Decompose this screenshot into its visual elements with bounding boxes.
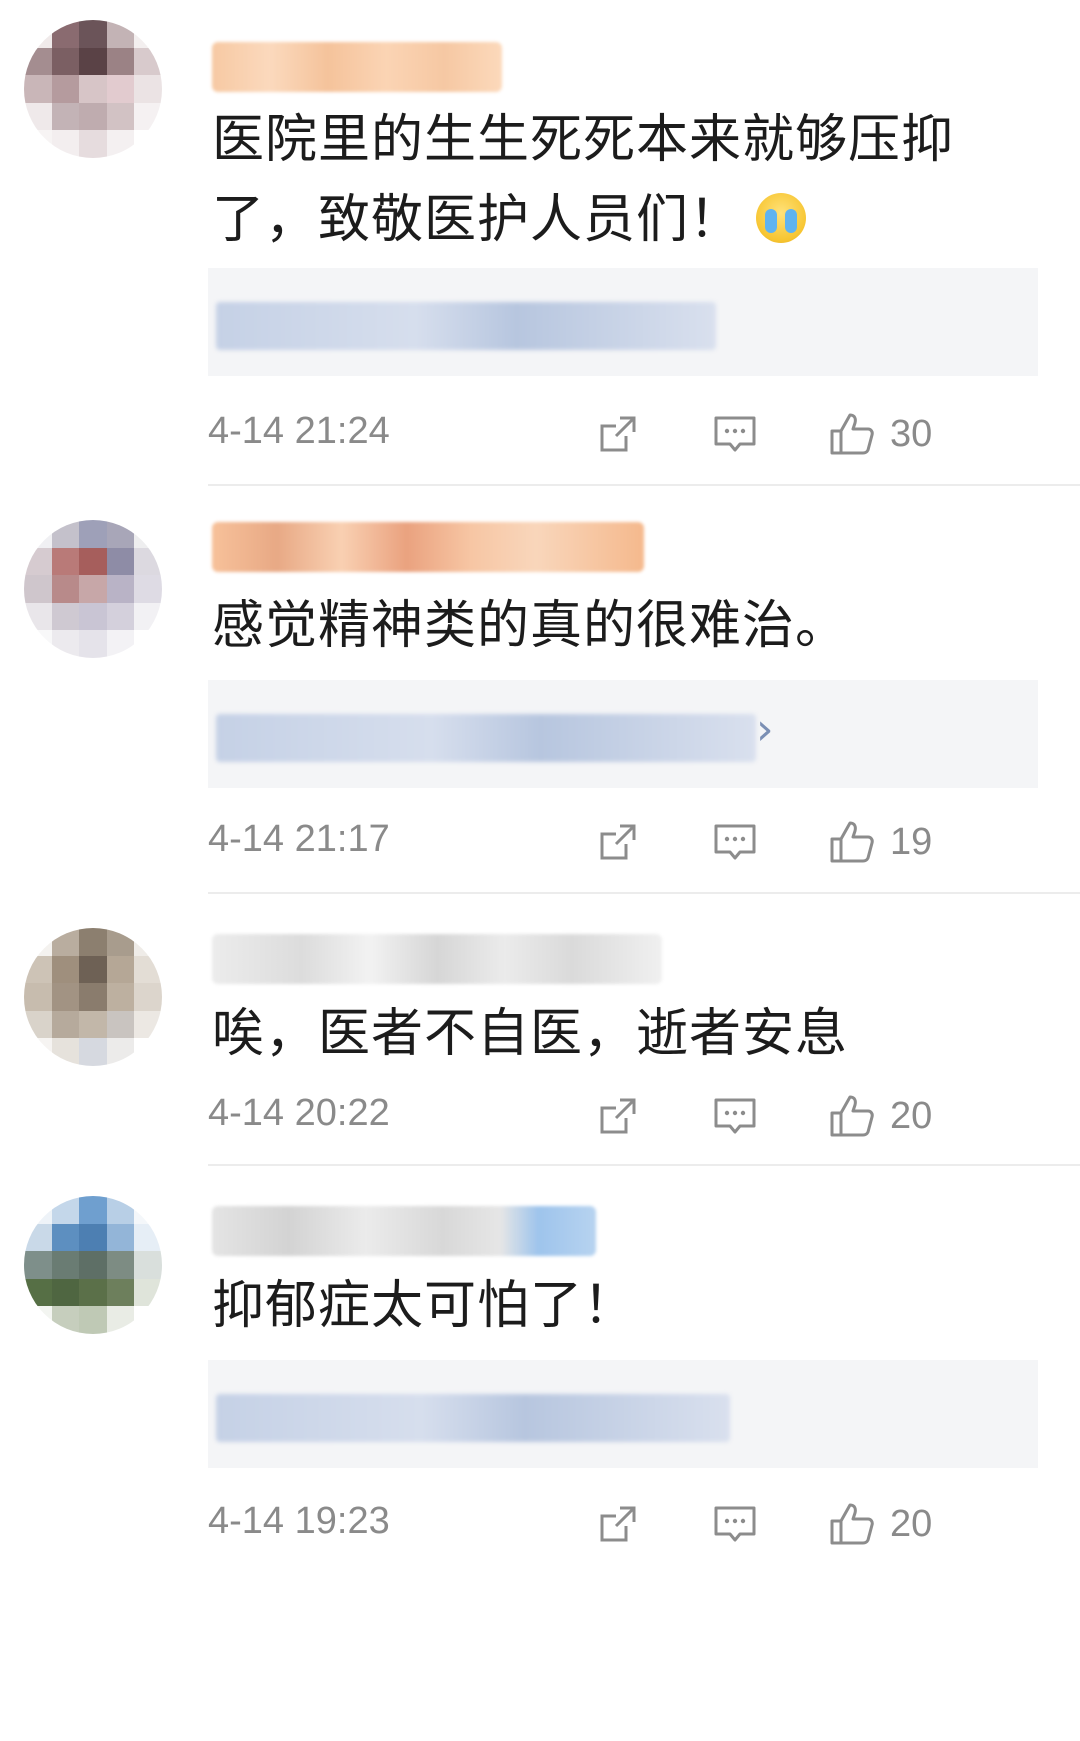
comment-time: 4-14 19:23 — [208, 1500, 390, 1542]
avatar[interactable] — [24, 928, 162, 1066]
comment-button[interactable] — [712, 1494, 758, 1554]
reply-preview[interactable] — [208, 268, 1038, 376]
reply-preview[interactable]: › — [208, 680, 1038, 788]
username-blurred[interactable] — [212, 522, 644, 572]
reply-preview[interactable] — [208, 1360, 1038, 1468]
comment-button[interactable] — [712, 404, 758, 464]
like-icon — [830, 821, 874, 863]
comment-button[interactable] — [712, 812, 758, 872]
like-icon — [830, 1503, 874, 1545]
like-count: 30 — [890, 412, 933, 455]
username-blurred[interactable] — [212, 934, 662, 984]
share-button[interactable] — [596, 404, 640, 464]
like-button[interactable]: 19 — [828, 812, 932, 872]
avatar[interactable] — [24, 20, 162, 158]
comment-icon — [714, 1098, 756, 1134]
share-icon — [600, 824, 636, 860]
like-icon — [830, 1095, 874, 1137]
comment-text: 唉，医者不自医，逝者安息 — [212, 1004, 849, 1064]
like-count: 20 — [890, 1502, 933, 1545]
username-blurred[interactable] — [212, 42, 502, 92]
divider — [208, 484, 1080, 486]
comment-time: 4-14 20:22 — [208, 1092, 390, 1134]
comment-text: 感觉精神类的真的很难治。 — [212, 596, 849, 656]
like-count: 20 — [890, 1094, 933, 1137]
chevron-right-icon: › — [756, 704, 774, 755]
comment-icon — [714, 416, 756, 452]
like-button[interactable]: 20 — [828, 1086, 932, 1146]
like-button[interactable]: 20 — [828, 1494, 932, 1554]
divider — [208, 892, 1080, 894]
like-icon — [830, 413, 874, 455]
reply-preview-text-blurred — [216, 302, 716, 350]
comment-text: 抑郁症太可怕了！ — [212, 1276, 637, 1336]
like-button[interactable]: 30 — [828, 404, 932, 464]
share-button[interactable] — [596, 1494, 640, 1554]
username-blurred[interactable] — [212, 1206, 596, 1256]
comment-text: 医院里的生生死死本来就够压抑了，致敬医护人员们！ — [212, 110, 955, 250]
comment-meta: 4-14 20:22 20 — [208, 1086, 1038, 1146]
share-button[interactable] — [596, 1086, 640, 1146]
share-icon — [600, 1506, 636, 1542]
share-icon — [600, 416, 636, 452]
reply-preview-text-blurred — [216, 1394, 730, 1442]
divider — [208, 1164, 1080, 1166]
comment-icon — [714, 1506, 756, 1542]
reply-preview-text-blurred — [216, 714, 756, 762]
comment-time: 4-14 21:24 — [208, 410, 390, 452]
comment-meta: 4-14 21:24 30 — [208, 404, 1038, 464]
comment-meta: 4-14 21:17 19 — [208, 812, 1038, 872]
comment-icon — [714, 824, 756, 860]
comment-button[interactable] — [712, 1086, 758, 1146]
crying-face-icon — [756, 193, 807, 243]
comment-time: 4-14 21:17 — [208, 818, 390, 860]
comment-meta: 4-14 19:23 20 — [208, 1494, 1038, 1554]
share-button[interactable] — [596, 812, 640, 872]
like-count: 19 — [890, 820, 933, 863]
avatar[interactable] — [24, 1196, 162, 1334]
avatar[interactable] — [24, 520, 162, 658]
share-icon — [600, 1098, 636, 1134]
